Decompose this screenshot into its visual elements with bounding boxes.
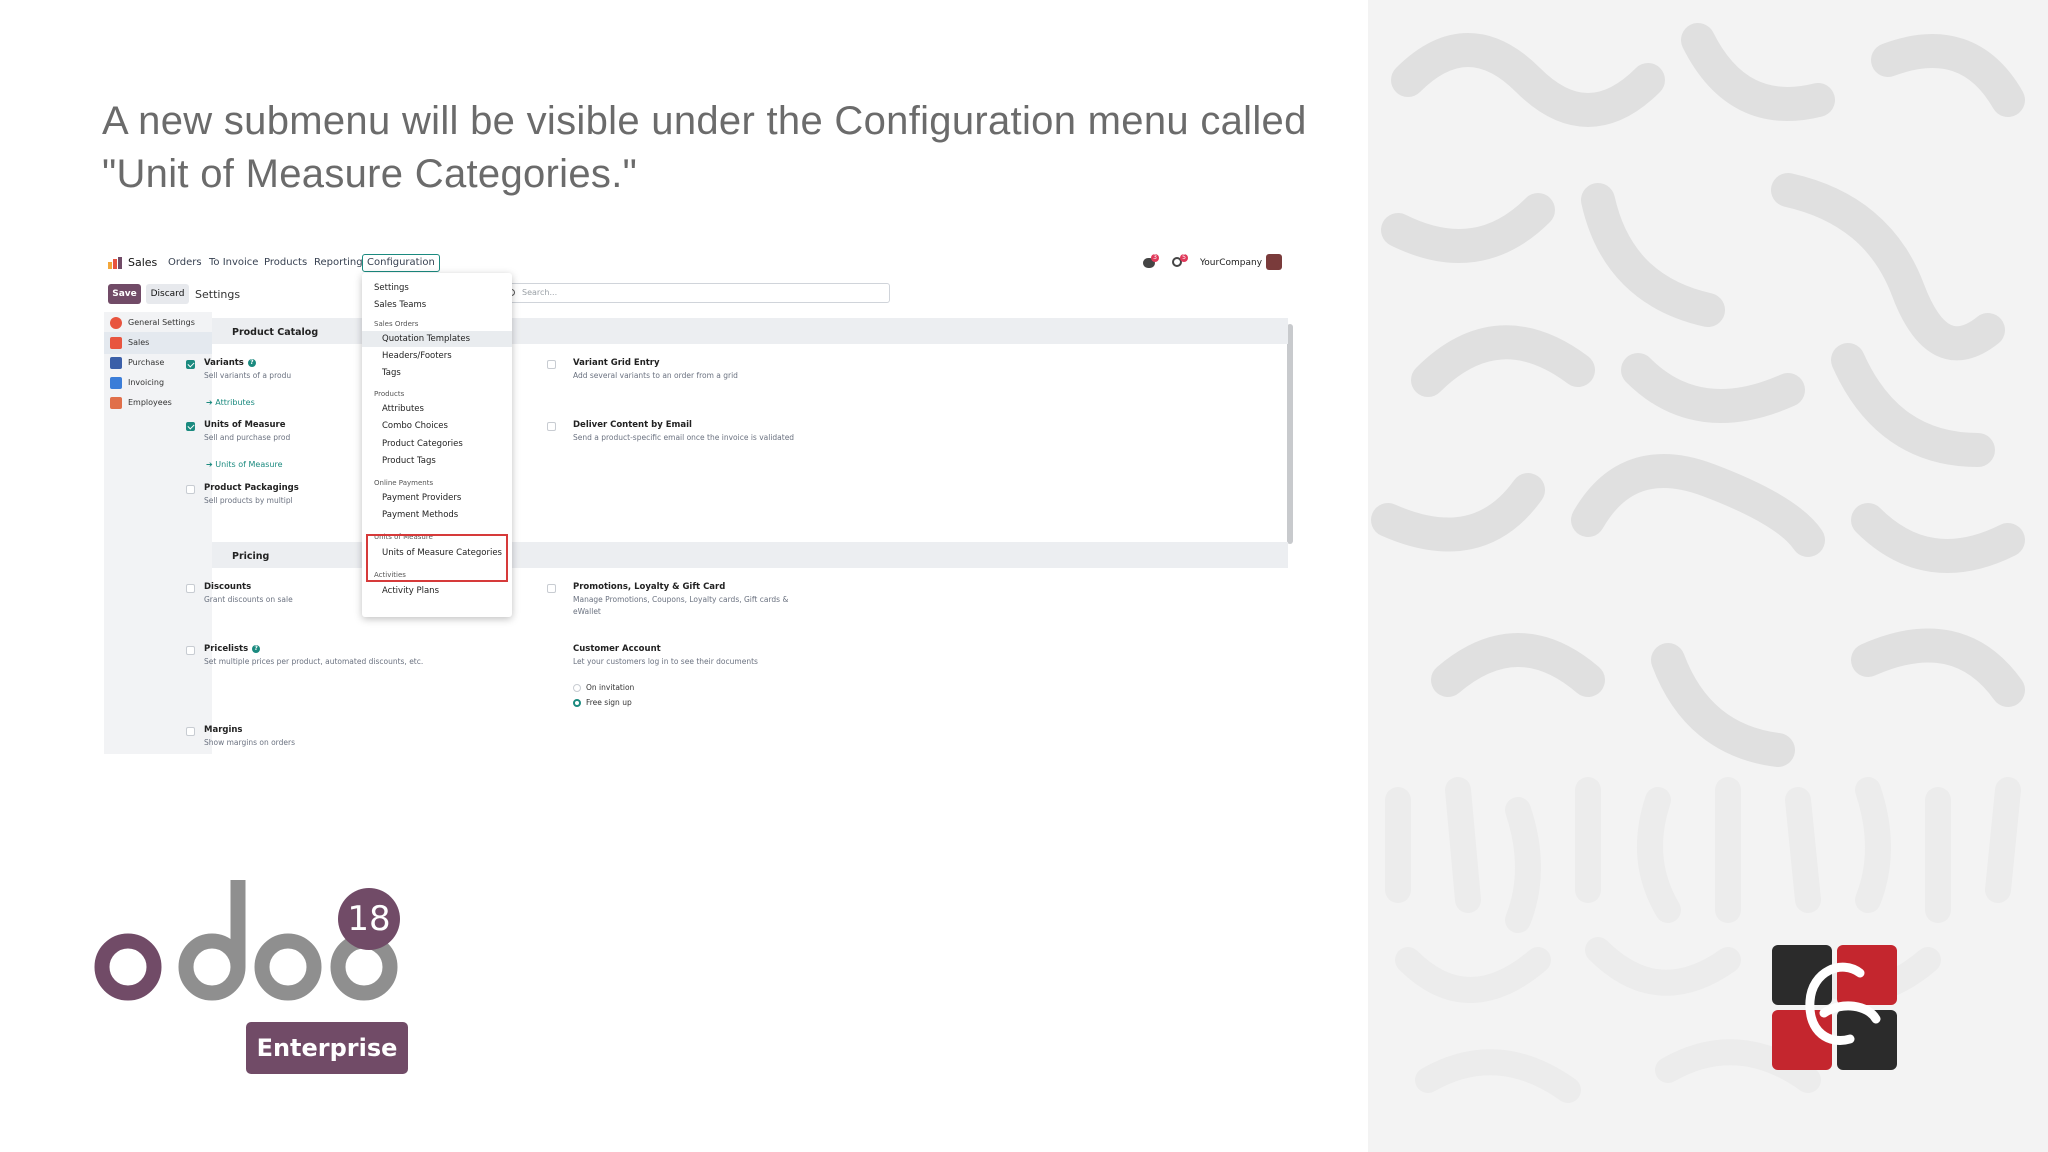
setting-description: Sell variants of a produ	[204, 371, 292, 380]
setting-title: Customer Account	[573, 644, 661, 654]
setting-title: Variant Grid Entry	[573, 358, 660, 368]
brand-logo	[1772, 945, 1897, 1070]
version-badge: 18	[338, 888, 400, 950]
scrollbar[interactable]	[1287, 324, 1293, 544]
margins-checkbox[interactable]	[186, 727, 195, 736]
help-icon[interactable]: ?	[252, 644, 261, 653]
setting-description: Sell products by multipl	[204, 496, 293, 505]
search-placeholder: Search...	[522, 288, 558, 297]
top-navbar: Sales Orders To Invoice Products Reporti…	[104, 250, 1296, 276]
app-screenshot: Sales Orders To Invoice Products Reporti…	[104, 250, 1296, 754]
breadcrumb: Settings	[195, 288, 241, 301]
menu-item-activity-plans[interactable]: Activity Plans	[382, 586, 439, 596]
setting-description: Set multiple prices per product, automat…	[204, 657, 424, 666]
chat-badge: 3	[1151, 254, 1159, 262]
uom-checkbox[interactable]	[186, 422, 195, 431]
menu-item-sales-teams[interactable]: Sales Teams	[374, 300, 426, 310]
setting-description: Add several variants to an order from a …	[573, 371, 738, 380]
menu-item-product-tags[interactable]: Product Tags	[382, 456, 436, 466]
company-switcher[interactable]: YourCompany	[1200, 258, 1262, 268]
menu-to-invoice[interactable]: To Invoice	[209, 257, 258, 268]
discard-button[interactable]: Discard	[146, 284, 189, 304]
setting-description: Show margins on orders	[204, 738, 295, 747]
menu-item-product-categories[interactable]: Product Categories	[382, 439, 463, 449]
sidebar-item-purchase[interactable]: Purchase	[104, 352, 212, 374]
settings-sidebar: General Settings Sales Purchase Invoicin…	[104, 312, 212, 754]
menu-group-online-payments: Online Payments	[374, 479, 434, 487]
setting-description: Send a product-specific email once the i…	[573, 433, 795, 442]
setting-description: Grant discounts on sale	[204, 595, 293, 604]
radio-on-invitation[interactable]	[573, 684, 581, 692]
sidebar-item-label: Invoicing	[128, 378, 165, 387]
sidebar-item-employees[interactable]: Employees	[104, 392, 212, 414]
help-icon[interactable]: ?	[247, 358, 256, 367]
sidebar-item-label: Sales	[128, 338, 150, 347]
setting-title: Margins	[204, 725, 243, 735]
squiggle-pattern	[1371, 23, 2025, 1103]
gear-icon	[110, 317, 122, 329]
search-input[interactable]	[504, 283, 890, 303]
setting-title: Pricelists?	[204, 644, 261, 654]
menu-configuration[interactable]: Configuration	[362, 254, 440, 272]
sidebar-item-label: Purchase	[128, 358, 165, 367]
sales-icon	[110, 337, 122, 349]
invoice-icon	[110, 377, 122, 389]
setting-title: Variants?	[204, 358, 256, 368]
menu-orders[interactable]: Orders	[168, 257, 202, 268]
section-title: Pricing	[232, 551, 270, 562]
sidebar-item-label: Employees	[128, 398, 172, 407]
menu-group-sales-orders: Sales Orders	[374, 320, 419, 328]
activity-badge: 5	[1180, 254, 1188, 262]
purchase-icon	[110, 357, 122, 369]
menu-item-payment-providers[interactable]: Payment Providers	[382, 493, 461, 503]
radio-label: On invitation	[586, 683, 635, 692]
sidebar-item-sales[interactable]: Sales	[104, 332, 212, 354]
variant-grid-checkbox[interactable]	[547, 360, 556, 369]
setting-description: eWallet	[573, 607, 601, 616]
decorative-pattern	[1368, 0, 2048, 1152]
setting-title: Promotions, Loyalty & Gift Card	[573, 582, 726, 592]
sales-app-icon	[108, 257, 122, 269]
menu-item-quotation-templates[interactable]: Quotation Templates	[382, 334, 470, 344]
setting-description: Manage Promotions, Coupons, Loyalty card…	[573, 595, 789, 604]
units-of-measure-link[interactable]: ➔ Units of Measure	[206, 460, 283, 469]
setting-title: Discounts	[204, 582, 252, 592]
menu-group-products: Products	[374, 390, 405, 398]
deliver-email-checkbox[interactable]	[547, 422, 556, 431]
attributes-link[interactable]: ➔ Attributes	[206, 398, 255, 407]
radio-free-signup[interactable]	[573, 699, 581, 707]
menu-products[interactable]: Products	[264, 257, 307, 268]
sidebar-item-label: General Settings	[128, 318, 195, 327]
menu-item-attributes[interactable]: Attributes	[382, 404, 424, 414]
menu-item-tags[interactable]: Tags	[382, 368, 401, 378]
setting-title: Units of Measure	[204, 420, 286, 430]
variants-checkbox[interactable]	[186, 360, 195, 369]
slide-caption: A new submenu will be visible under the …	[102, 99, 1307, 196]
pricelists-checkbox[interactable]	[186, 646, 195, 655]
menu-reporting[interactable]: Reporting	[314, 257, 363, 268]
setting-description: Sell and purchase prod	[204, 433, 291, 442]
menu-item-payment-methods[interactable]: Payment Methods	[382, 510, 458, 520]
sidebar-item-general-settings[interactable]: General Settings	[104, 312, 212, 334]
enterprise-badge: Enterprise	[246, 1022, 408, 1074]
save-button[interactable]: Save	[108, 284, 141, 304]
user-avatar[interactable]	[1266, 254, 1282, 270]
setting-description: Let your customers log in to see their d…	[573, 657, 758, 666]
menu-item-combo-choices[interactable]: Combo Choices	[382, 421, 448, 431]
setting-title: Product Packagings	[204, 483, 299, 493]
app-name[interactable]: Sales	[128, 256, 157, 269]
sidebar-item-invoicing[interactable]: Invoicing	[104, 372, 212, 394]
section-title: Product Catalog	[232, 327, 319, 338]
promotions-checkbox[interactable]	[547, 584, 556, 593]
packagings-checkbox[interactable]	[186, 485, 195, 494]
radio-label: Free sign up	[586, 698, 632, 707]
highlight-box	[366, 534, 508, 582]
setting-title: Deliver Content by Email	[573, 420, 692, 430]
menu-item-headers-footers[interactable]: Headers/Footers	[382, 351, 452, 361]
employees-icon	[110, 397, 122, 409]
discounts-checkbox[interactable]	[186, 584, 195, 593]
menu-item-settings[interactable]: Settings	[374, 283, 409, 293]
